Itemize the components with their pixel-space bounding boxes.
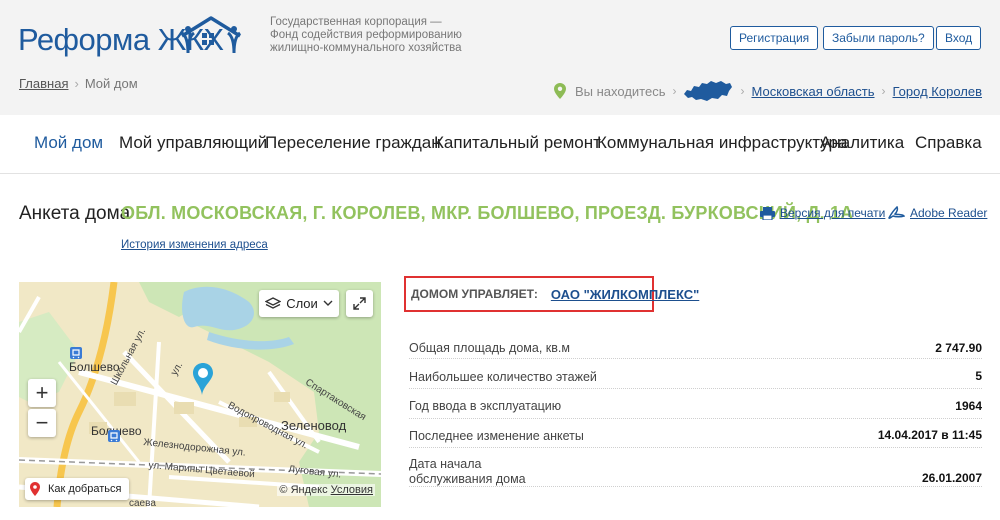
fact-value: 1964 [955,399,982,413]
fact-key: Год ввода в эксплуатацию [409,399,562,413]
nav-my-manager[interactable]: Мой управляющий [119,133,267,153]
page-title: Анкета дома [19,203,131,224]
house-address: ОБЛ. МОСКОВСКАЯ, Г. КОРОЛЕВ, МКР. БОЛШЕВ… [121,203,854,223]
fact-row-floors: Наибольшее количество этажей 5 [409,365,982,389]
chevron-down-icon [323,300,333,306]
map-layers-button[interactable]: Слои [259,290,339,317]
map-label-bolshevo-top: Болшево [69,360,120,374]
printer-icon [760,206,775,220]
location-label: Вы находитесь [574,83,666,99]
nav-analytics[interactable]: Аналитика [820,133,904,153]
fact-value: 5 [975,369,982,383]
fact-key: Наибольшее количество этажей [409,370,597,384]
fact-key-line2: обслуживания дома [409,472,526,486]
nav-utilities[interactable]: Коммунальная инфраструктура [597,133,847,153]
fact-row-last-change: Последнее изменение анкеты 14.04.2017 в … [409,424,982,448]
fact-value: 26.01.2007 [921,471,982,485]
location-pin-icon [553,83,566,99]
map-zoom-in-button[interactable]: + [28,379,56,407]
fact-row-service-start: Дата начала обслуживания дома 26.01.2007 [409,454,982,487]
map-zoom-out-button[interactable]: − [28,409,56,437]
print-version-link[interactable]: Версия для печати [760,206,885,220]
map-label-zelenovod: Зеленовод [281,418,347,433]
register-button[interactable]: Регистрация [730,26,819,50]
map-terms-link[interactable]: Условия [331,484,373,496]
adobe-reader-icon [888,206,905,219]
fact-key: Последнее изменение анкеты [409,429,584,443]
breadcrumb-current: Мой дом [84,76,138,91]
forgot-password-button[interactable]: Забыли пароль? [823,26,934,50]
address-history-link[interactable]: История изменения адреса [121,239,268,251]
nav-resettlement[interactable]: Переселение граждан [265,133,441,153]
nav-help[interactable]: Справка [915,133,982,153]
russia-map-icon[interactable] [683,79,733,103]
breadcrumb: Главная › Мой дом [19,76,138,91]
manager-link[interactable]: ОАО "ЖИЛКОМПЛЕКС" [551,287,699,302]
main-nav: Мой дом Мой управляющий Переселение граж… [0,115,1000,174]
fact-row-area: Общая площадь дома, кв.м 2 747.90 [409,336,982,359]
region-link[interactable]: Московская область [751,84,874,99]
login-button[interactable]: Вход [936,26,982,50]
fact-value: 2 747.90 [935,341,982,355]
house-location-marker-icon[interactable] [191,362,215,396]
house-people-logo-icon[interactable] [178,15,244,55]
site-header: Реформа ЖКХ Государственная корпорация —… [0,0,1000,115]
house-map[interactable]: Болшево Болшево Зеленовод Школьная ул. В… [19,282,381,507]
house-manager-box: ДОМОМ УПРАВЛЯЕТ: ОАО "ЖИЛКОМПЛЕКС" [404,276,699,312]
route-pin-icon [30,482,40,496]
breadcrumb-sep: › [74,76,79,91]
map-route-button[interactable]: Как добраться [25,478,130,500]
fact-value: 14.04.2017 в 11:45 [877,428,982,442]
manager-label: ДОМОМ УПРАВЛЯЕТ: [411,287,538,301]
map-fullscreen-button[interactable] [346,290,373,317]
org-description: Государственная корпорация — Фонд содейс… [270,16,462,54]
city-link[interactable]: Город Королев [893,84,982,99]
train-station-icon [70,347,82,359]
adobe-reader-link[interactable]: Adobe Reader [888,206,987,220]
nav-my-house[interactable]: Мой дом [34,133,103,153]
fact-row-year: Год ввода в эксплуатацию 1964 [409,395,982,419]
breadcrumb-home-link[interactable]: Главная [19,76,68,91]
map-label-saeva: саева [129,498,156,507]
layers-icon [265,296,282,309]
nav-capital-repair[interactable]: Капитальный ремонт [434,133,601,153]
fact-key-line1: Дата начала [409,457,482,471]
train-station-icon [108,430,120,442]
expand-icon [353,297,366,310]
fact-key: Общая площадь дома, кв.м [409,341,570,355]
map-copyright: © Яндекс Условия [277,484,375,496]
location-bar: Вы находитесь › › Московская область › Г… [553,79,982,103]
